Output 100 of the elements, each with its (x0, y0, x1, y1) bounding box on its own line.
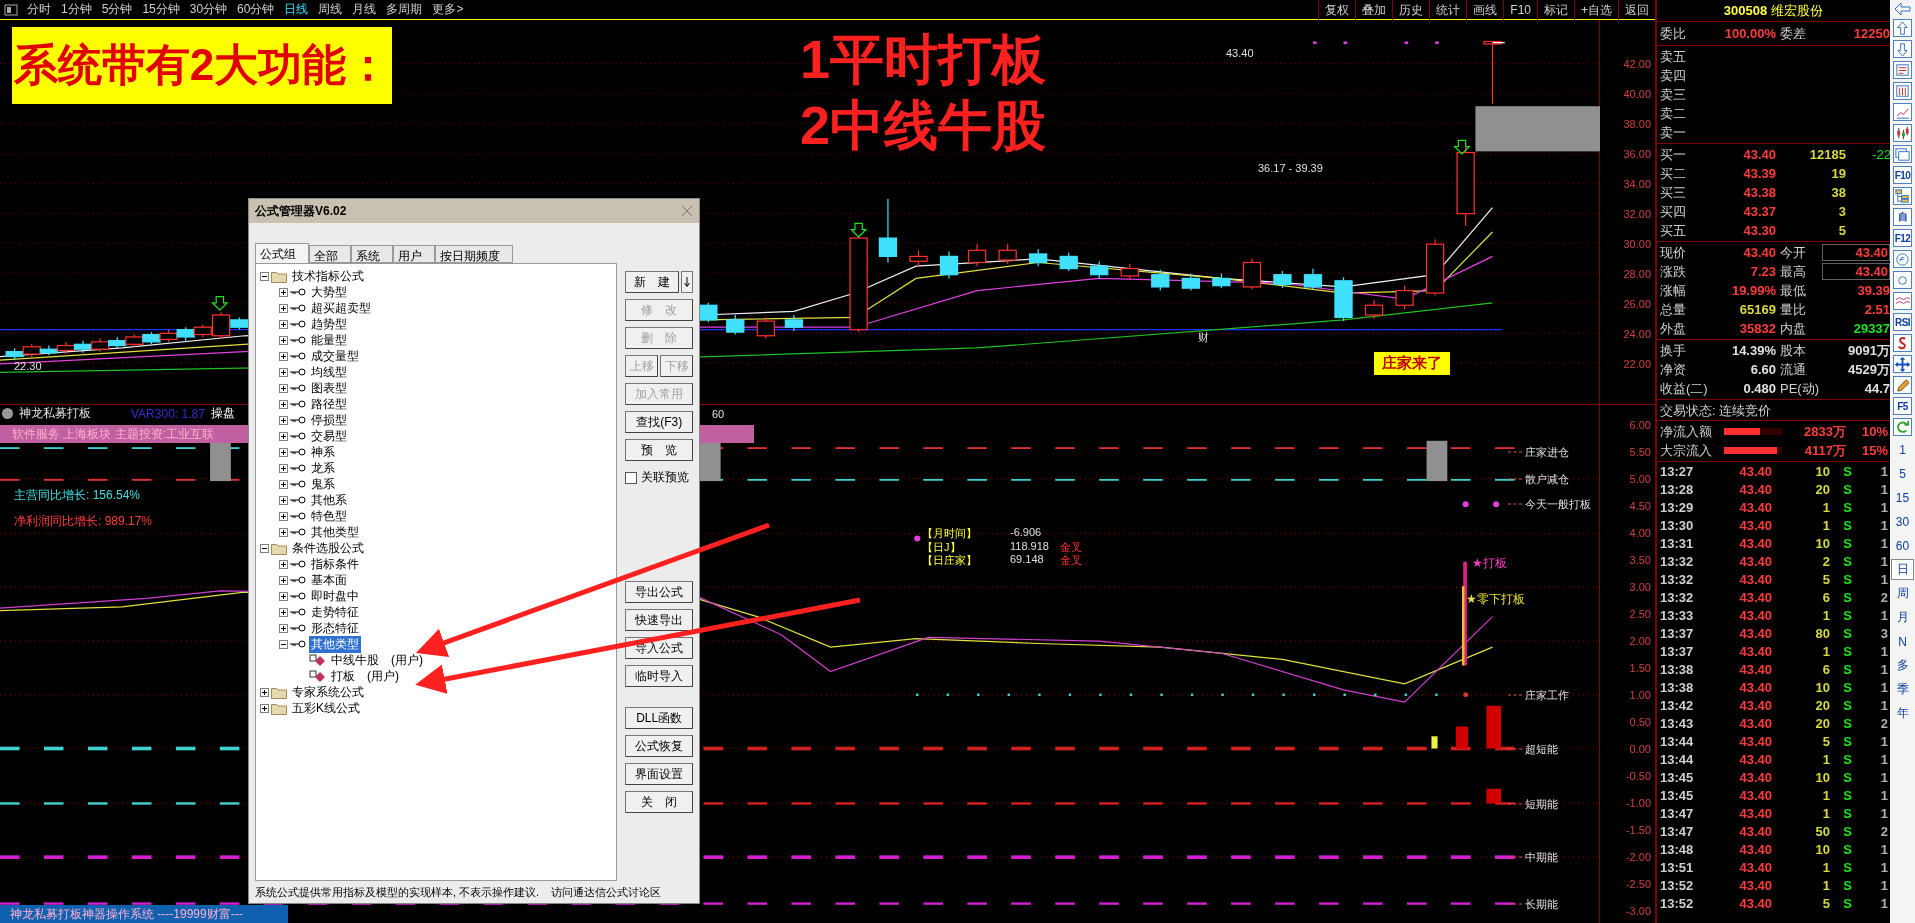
tree-item[interactable]: 交易型 (309, 427, 349, 445)
dialog-button[interactable]: 预 览 (625, 439, 694, 461)
tree-item[interactable]: 其他类型 (309, 635, 361, 653)
expand-icon[interactable] (279, 415, 288, 425)
period-tab[interactable]: 周线 (313, 1, 348, 18)
expand-icon[interactable] (279, 591, 288, 601)
expand-icon[interactable] (260, 687, 269, 697)
toolbar-button[interactable]: 叠加 (1355, 0, 1393, 20)
tree-item[interactable]: 图表型 (309, 379, 349, 397)
period-tab[interactable]: 1分钟 (56, 1, 97, 18)
period-tab[interactable]: 60分钟 (232, 1, 280, 18)
tree-item[interactable]: 指标条件 (309, 555, 361, 573)
tree-item[interactable]: 走势特征 (309, 603, 361, 621)
tool-button[interactable]: RSI (1893, 313, 1912, 331)
tool-button[interactable]: F10 (1893, 166, 1912, 184)
collapse-icon[interactable] (279, 639, 288, 649)
dialog-tab[interactable]: 用户 (393, 245, 435, 263)
dialog-button[interactable]: 临时导入 (625, 665, 694, 687)
tree-item[interactable]: 均线型 (309, 363, 349, 381)
grid-icon[interactable] (1893, 82, 1912, 100)
period-button[interactable]: 1 (1891, 439, 1914, 460)
back-arrow-icon[interactable] (1893, 2, 1912, 16)
dialog-button[interactable]: 快速导出 (625, 609, 694, 631)
dollar-icon[interactable] (1893, 334, 1912, 352)
pencil-icon[interactable] (1893, 376, 1912, 394)
toolbar-button[interactable]: 标记 (1537, 0, 1574, 20)
dialog-button[interactable]: 公式恢复 (625, 735, 694, 757)
period-button[interactable]: 15 (1891, 487, 1914, 508)
dialog-button[interactable]: 导出公式 (625, 581, 694, 603)
period-tab[interactable]: 30分钟 (184, 1, 233, 18)
period-button[interactable]: 月 (1891, 607, 1914, 628)
expand-icon[interactable] (279, 623, 288, 633)
expand-icon[interactable] (279, 367, 288, 377)
tree-item[interactable]: 中线牛股 (用户) (329, 651, 425, 669)
expand-icon[interactable] (279, 431, 288, 441)
expand-icon[interactable] (279, 575, 288, 585)
toolbar-button[interactable]: 复权 (1318, 0, 1356, 20)
expand-icon[interactable] (279, 559, 288, 569)
toolbar-button[interactable]: 历史 (1392, 0, 1430, 20)
toolbar-button[interactable]: 统计 (1429, 0, 1467, 20)
expand-icon[interactable] (279, 511, 288, 521)
dialog-button[interactable]: 关 闭 (625, 791, 694, 813)
tree-item[interactable]: 其他类型 (309, 523, 361, 541)
dialog-tab[interactable]: 公式组 (255, 243, 309, 263)
tree-item[interactable]: 条件选股公式 (290, 539, 366, 557)
expand-icon[interactable] (279, 463, 288, 473)
expand-icon[interactable] (279, 303, 288, 313)
period-tab[interactable]: 月线 (347, 1, 382, 18)
period-button[interactable]: 季 (1891, 679, 1914, 700)
line-chart-icon[interactable] (1893, 103, 1912, 121)
toolbar-button[interactable]: +自选 (1574, 0, 1618, 20)
period-tab[interactable]: 日线 (279, 1, 314, 18)
expand-icon[interactable] (279, 287, 288, 297)
dialog-tab[interactable]: 全部 (309, 245, 351, 263)
tree-item[interactable]: 其他系 (309, 491, 349, 509)
tree-item[interactable]: 专家系统公式 (290, 683, 366, 701)
wave-icon[interactable] (1893, 292, 1912, 310)
collapse-icon[interactable] (2, 408, 13, 419)
tree-item[interactable]: 形态特征 (309, 619, 361, 637)
period-button[interactable]: 60 (1891, 535, 1914, 556)
collapse-icon[interactable] (260, 271, 269, 281)
dialog-button[interactable]: 查找(F3) (625, 411, 694, 433)
expand-icon[interactable] (279, 607, 288, 617)
expand-icon[interactable] (279, 335, 288, 345)
tree-item[interactable]: 能量型 (309, 331, 349, 349)
period-tab[interactable]: 多周期 (381, 1, 428, 18)
dialog-tab[interactable]: 系统 (351, 245, 393, 263)
tool-button[interactable]: 自 (1893, 208, 1912, 226)
expand-icon[interactable] (260, 703, 269, 713)
dropdown-button[interactable] (681, 271, 694, 293)
period-button[interactable]: N (1891, 631, 1914, 652)
period-button[interactable]: 周 (1891, 583, 1914, 604)
period-tab[interactable]: 5分钟 (96, 1, 138, 18)
tree-item[interactable]: 特色型 (309, 507, 349, 525)
period-button[interactable]: 年 (1891, 703, 1914, 724)
expand-icon[interactable] (279, 479, 288, 489)
expand-icon[interactable] (279, 527, 288, 537)
tree-item[interactable]: 大势型 (309, 283, 349, 301)
tree-item[interactable]: 即时盘中 (309, 587, 361, 605)
period-tab[interactable]: 更多> (427, 1, 469, 18)
toolbar-button[interactable]: F10 (1503, 0, 1537, 20)
tool-button[interactable]: F12 (1893, 229, 1912, 247)
dialog-button[interactable]: DLL函数 (625, 707, 694, 729)
period-button[interactable]: 30 (1891, 511, 1914, 532)
tree-item[interactable]: 成交量型 (309, 347, 361, 365)
expand-icon[interactable] (279, 383, 288, 393)
tool-button[interactable]: F5 (1893, 397, 1912, 415)
refresh-icon[interactable] (1893, 418, 1912, 436)
period-button[interactable]: 日 (1891, 559, 1914, 580)
arrow-up-icon[interactable] (1893, 19, 1912, 37)
tree-item[interactable]: 趋势型 (309, 315, 349, 333)
tree-icon[interactable] (1893, 187, 1912, 205)
new-button[interactable]: 新 建 (625, 271, 680, 293)
expand-icon[interactable] (279, 399, 288, 409)
expand-icon[interactable] (279, 447, 288, 457)
period-tab[interactable]: 分时 (22, 1, 56, 18)
windows-icon[interactable] (1893, 145, 1912, 163)
dialog-tab[interactable]: 按日期频度 (435, 245, 513, 263)
tree-item[interactable]: 基本面 (309, 571, 349, 589)
tree-item[interactable]: 五彩K线公式 (290, 699, 362, 717)
